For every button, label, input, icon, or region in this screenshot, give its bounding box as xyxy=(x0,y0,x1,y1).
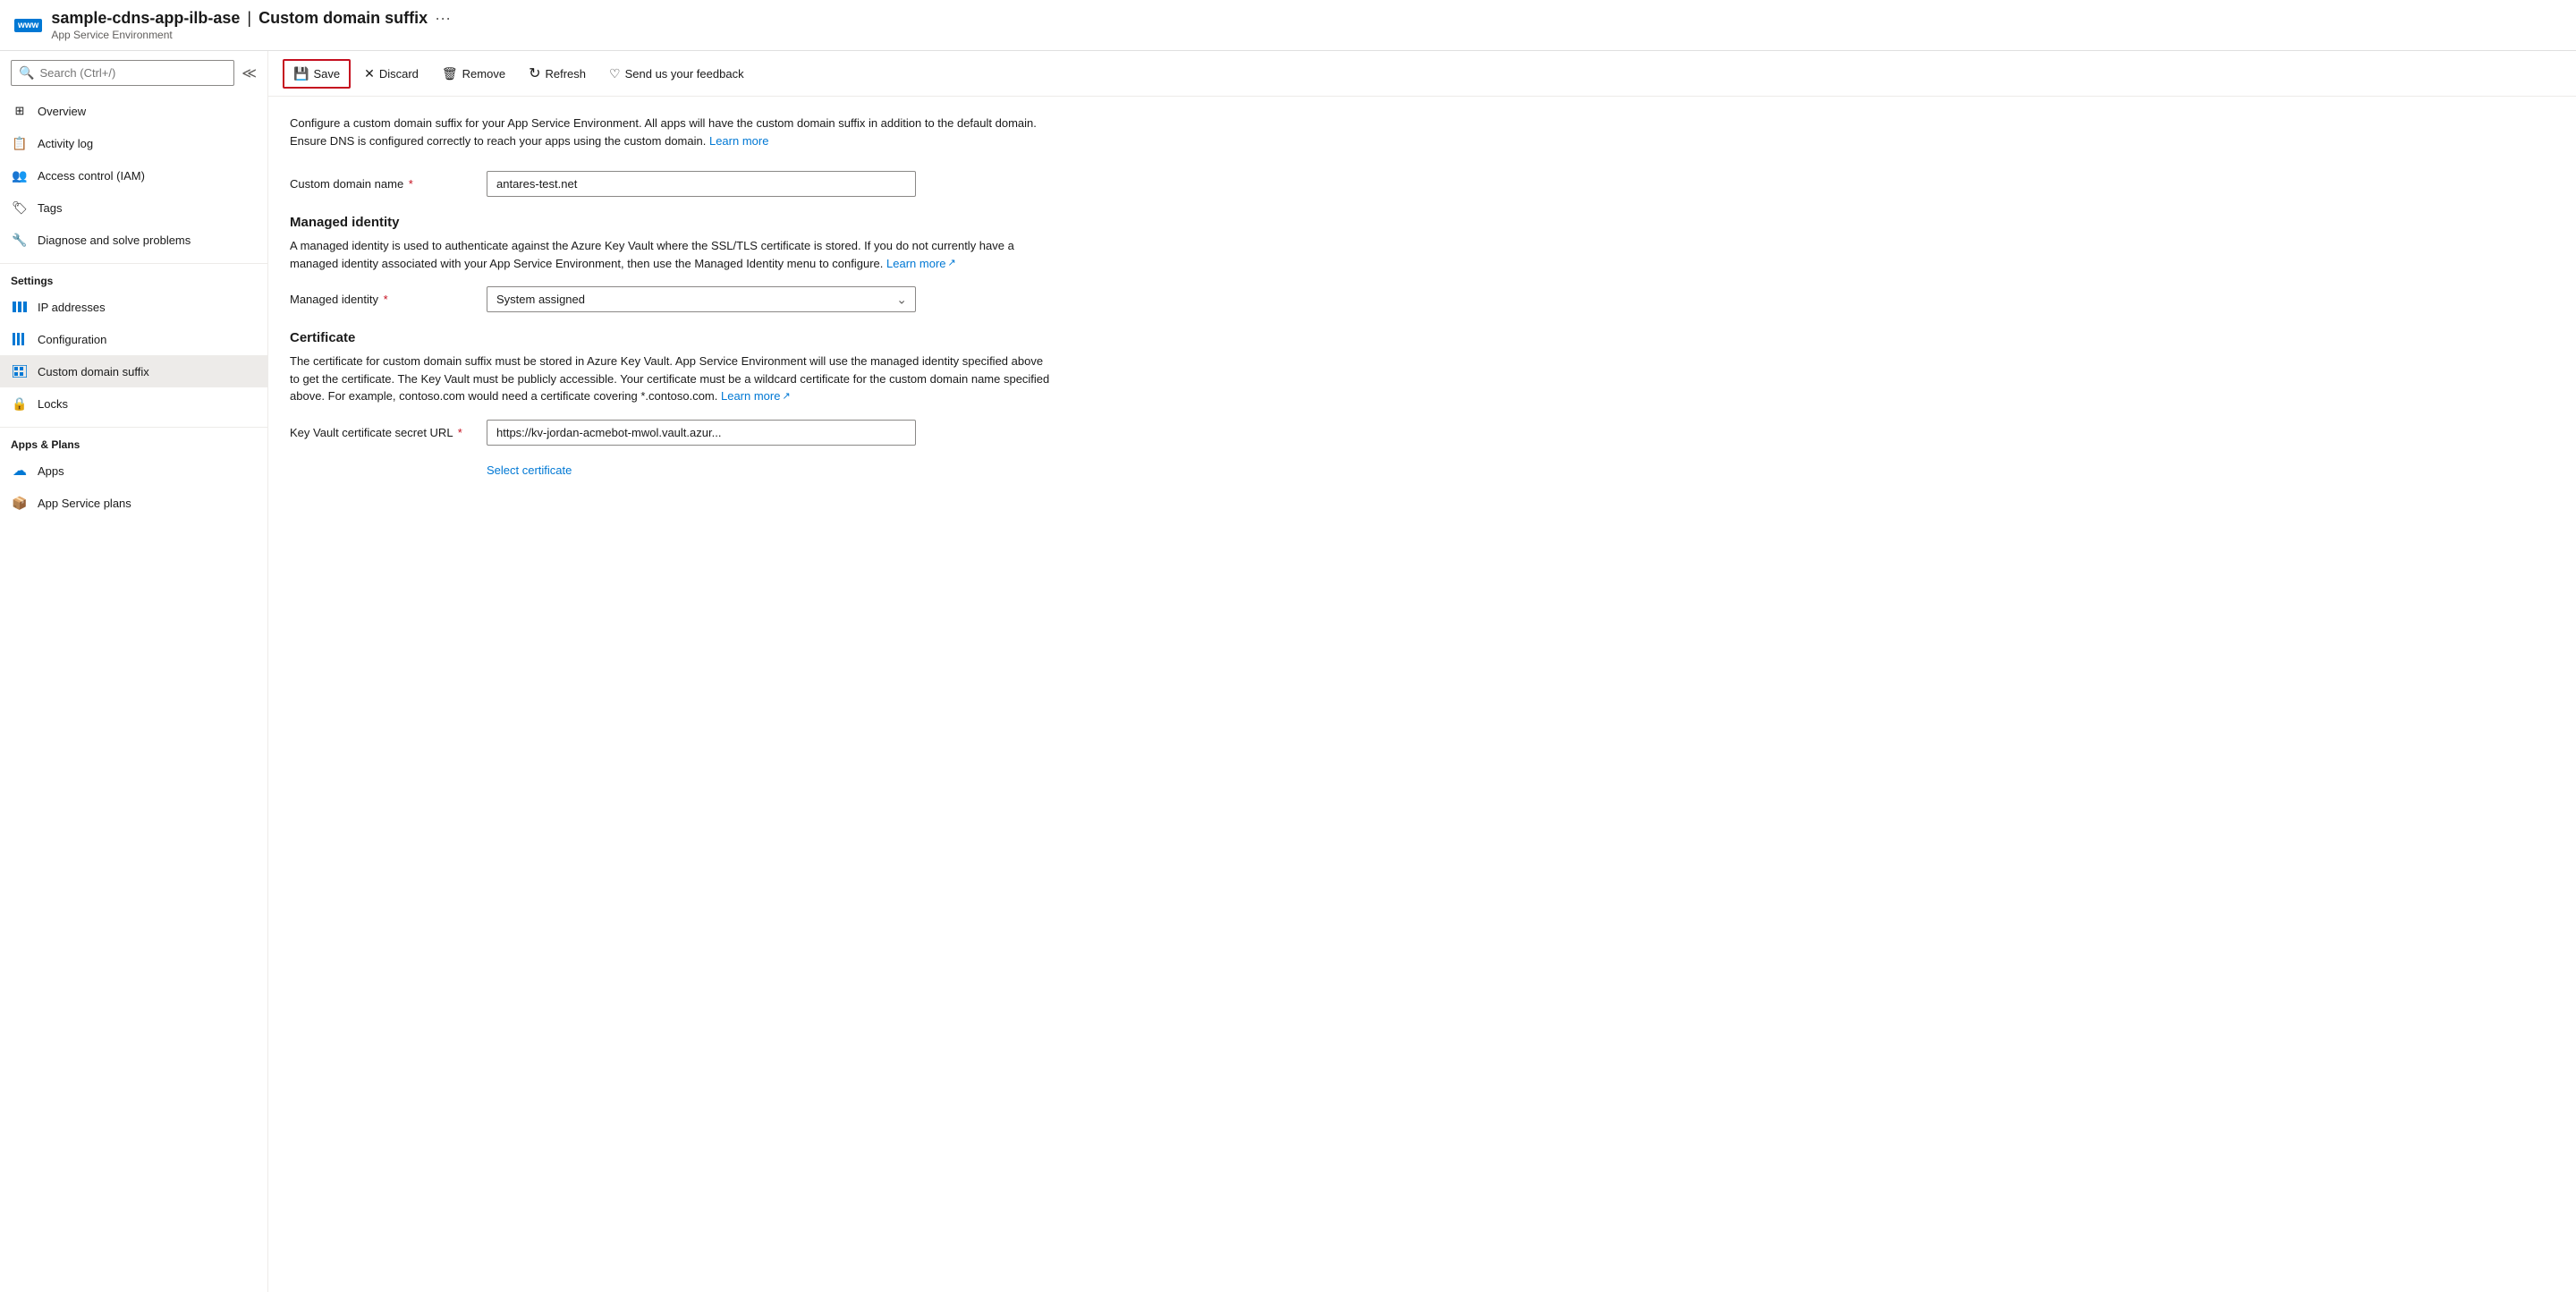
managed-identity-select[interactable]: System assigned User assigned xyxy=(487,286,916,312)
tags-icon: 🏷 xyxy=(11,199,29,217)
discard-icon: ✕ xyxy=(364,66,375,81)
external-link-icon-2: ↗ xyxy=(782,389,790,404)
discard-label: Discard xyxy=(379,67,419,81)
sidebar-item-label: Overview xyxy=(38,105,86,118)
sidebar-item-activity-log[interactable]: 📋 Activity log xyxy=(0,127,267,159)
diagnose-icon: 🔧 xyxy=(11,231,29,249)
resource-name: sample-cdns-app-ilb-ase xyxy=(51,9,240,28)
sidebar: 🔍 ≪ ⊞ Overview 📋 Activity log 👥 Access c… xyxy=(0,51,268,1292)
select-certificate-row: Select certificate xyxy=(487,463,1052,477)
certificate-title: Certificate xyxy=(290,330,1052,345)
sidebar-item-label: Activity log xyxy=(38,137,93,150)
sidebar-item-label: Configuration xyxy=(38,333,106,346)
sidebar-item-overview[interactable]: ⊞ Overview xyxy=(0,95,267,127)
managed-identity-row: Managed identity * System assigned User … xyxy=(290,286,1052,312)
feedback-icon: ♡ xyxy=(609,66,621,81)
managed-identity-title: Managed identity xyxy=(290,215,1052,230)
remove-button[interactable]: 🗑 Remove xyxy=(432,60,515,88)
feedback-button[interactable]: ♡ Send us your feedback xyxy=(599,60,754,88)
content-area: 💾 Save ✕ Discard 🗑 Remove ↻ Refresh ♡ Se… xyxy=(268,51,2576,1292)
managed-identity-select-wrapper: System assigned User assigned xyxy=(487,286,916,312)
sidebar-item-label: Custom domain suffix xyxy=(38,365,149,378)
discard-button[interactable]: ✕ Discard xyxy=(354,60,428,88)
custom-domain-row: Custom domain name * xyxy=(290,171,1052,197)
title-separator: | xyxy=(247,9,251,28)
iam-icon: 👥 xyxy=(11,166,29,184)
apps-plans-section-label: Apps & Plans xyxy=(0,431,267,455)
search-box[interactable]: 🔍 xyxy=(11,60,234,86)
custom-domain-icon xyxy=(11,362,29,380)
select-certificate-link[interactable]: Select certificate xyxy=(487,463,572,477)
page-header: www sample-cdns-app-ilb-ase | Custom dom… xyxy=(0,0,2576,51)
certificate-description: The certificate for custom domain suffix… xyxy=(290,353,1052,405)
apps-icon: ☁ xyxy=(11,462,29,480)
refresh-icon: ↻ xyxy=(529,64,540,82)
settings-section-label: Settings xyxy=(0,268,267,291)
key-vault-url-label: Key Vault certificate secret URL * xyxy=(290,426,487,439)
sidebar-item-locks[interactable]: 🔒 Locks xyxy=(0,387,267,420)
sidebar-item-label: IP addresses xyxy=(38,301,106,314)
remove-label: Remove xyxy=(462,67,505,81)
sidebar-item-app-service-plans[interactable]: 📦 App Service plans xyxy=(0,487,267,519)
search-input[interactable] xyxy=(39,66,226,80)
toolbar: 💾 Save ✕ Discard 🗑 Remove ↻ Refresh ♡ Se… xyxy=(268,51,2576,97)
sidebar-item-label: Access control (IAM) xyxy=(38,169,145,183)
header-subtitle: App Service Environment xyxy=(51,29,451,41)
description-text: Configure a custom domain suffix for you… xyxy=(290,115,1052,149)
certificate-section: Certificate The certificate for custom d… xyxy=(290,330,1052,477)
sidebar-item-diagnose[interactable]: 🔧 Diagnose and solve problems xyxy=(0,224,267,256)
plans-icon: 📦 xyxy=(11,494,29,512)
required-indicator: * xyxy=(458,426,462,439)
activity-log-icon: 📋 xyxy=(11,134,29,152)
managed-identity-section: Managed identity A managed identity is u… xyxy=(290,215,1052,312)
page-title: Custom domain suffix xyxy=(258,9,428,28)
sidebar-item-label: Tags xyxy=(38,201,62,215)
required-indicator: * xyxy=(384,293,388,306)
required-indicator: * xyxy=(409,177,413,191)
www-icon: www xyxy=(14,19,42,32)
save-button[interactable]: 💾 Save xyxy=(283,59,351,89)
key-vault-url-input[interactable] xyxy=(487,420,916,446)
custom-domain-input[interactable] xyxy=(487,171,916,197)
overview-icon: ⊞ xyxy=(11,102,29,120)
ip-icon xyxy=(11,298,29,316)
managed-identity-learn-more-link[interactable]: Learn more ↗ xyxy=(886,255,956,273)
remove-icon: 🗑 xyxy=(442,66,458,81)
content-body: Configure a custom domain suffix for you… xyxy=(268,97,1073,495)
more-options-icon[interactable]: ··· xyxy=(435,9,451,28)
resource-icon: www xyxy=(14,19,42,32)
managed-identity-label: Managed identity * xyxy=(290,293,487,306)
collapse-icon[interactable]: ≪ xyxy=(242,64,257,82)
header-titles: sample-cdns-app-ilb-ase | Custom domain … xyxy=(51,9,451,41)
sidebar-item-label: Apps xyxy=(38,464,64,478)
sidebar-item-apps[interactable]: ☁ Apps xyxy=(0,455,267,487)
save-icon: 💾 xyxy=(293,66,309,81)
search-icon: 🔍 xyxy=(19,65,34,81)
sidebar-item-configuration[interactable]: Configuration xyxy=(0,323,267,355)
sidebar-item-tags[interactable]: 🏷 Tags xyxy=(0,191,267,224)
refresh-button[interactable]: ↻ Refresh xyxy=(519,58,596,89)
external-link-icon: ↗ xyxy=(948,256,956,271)
learn-more-link-description[interactable]: Learn more xyxy=(709,134,768,148)
sidebar-item-label: Locks xyxy=(38,397,68,411)
sidebar-item-label: App Service plans xyxy=(38,497,131,510)
feedback-label: Send us your feedback xyxy=(625,67,744,81)
refresh-label: Refresh xyxy=(546,67,587,81)
sidebar-item-ip-addresses[interactable]: IP addresses xyxy=(0,291,267,323)
configuration-icon xyxy=(11,330,29,348)
managed-identity-description: A managed identity is used to authentica… xyxy=(290,237,1052,272)
save-label: Save xyxy=(313,67,340,81)
custom-domain-label: Custom domain name * xyxy=(290,177,487,191)
key-vault-url-row: Key Vault certificate secret URL * xyxy=(290,420,1052,446)
sidebar-item-label: Diagnose and solve problems xyxy=(38,234,191,247)
certificate-learn-more-link[interactable]: Learn more ↗ xyxy=(721,387,791,405)
sidebar-item-custom-domain-suffix[interactable]: Custom domain suffix xyxy=(0,355,267,387)
locks-icon: 🔒 xyxy=(11,395,29,412)
sidebar-item-iam[interactable]: 👥 Access control (IAM) xyxy=(0,159,267,191)
